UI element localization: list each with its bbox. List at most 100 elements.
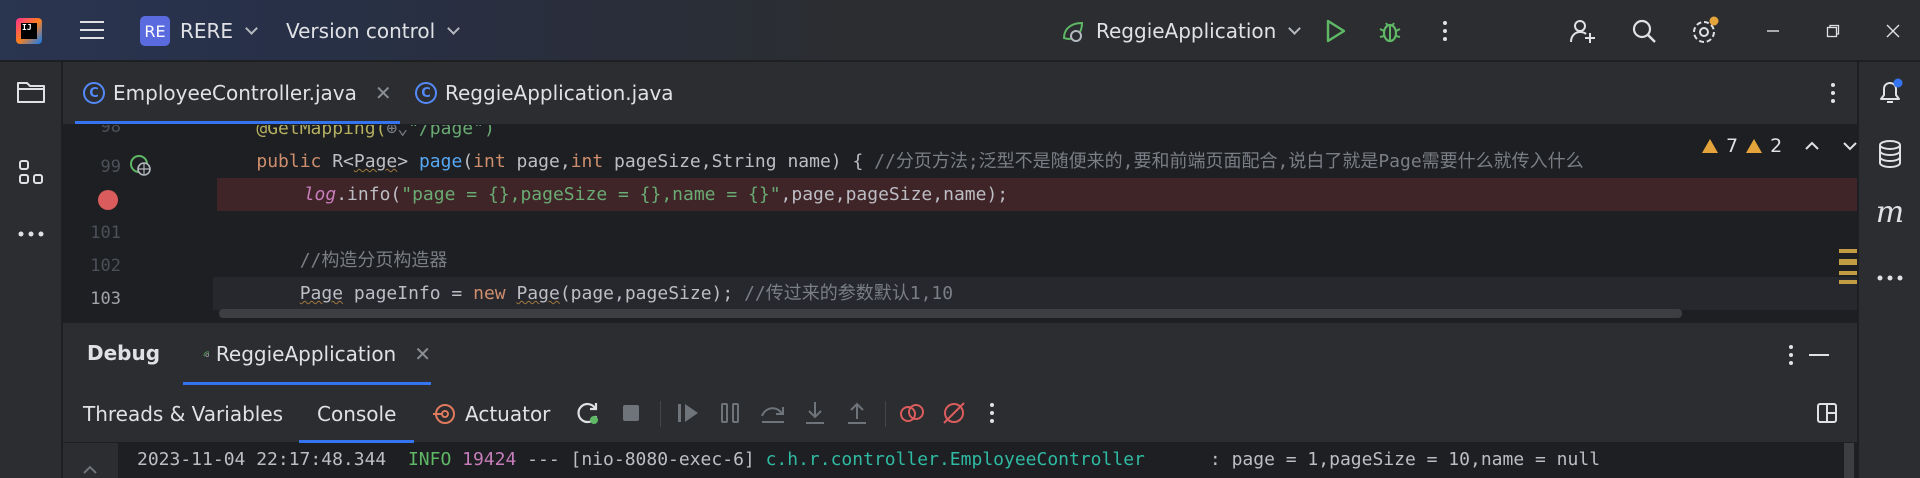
debug-toolbar: Threads & Variables Console Actuator [63, 385, 1857, 443]
project-selector[interactable]: RERE [180, 18, 258, 44]
database-icon[interactable] [1874, 138, 1906, 170]
tab-console[interactable]: Console [298, 385, 415, 443]
code-line-103: Page pageInfo = new Page(page,pageSize);… [213, 277, 1857, 310]
line-number: 103 [90, 289, 121, 309]
inspection-widget[interactable]: 7 2 [1696, 135, 1857, 157]
chevron-down-icon [1288, 22, 1302, 35]
request-mapping-gutter-icon[interactable] [129, 154, 153, 182]
tab-threads-variables[interactable]: Threads & Variables [83, 385, 283, 443]
line-number: 99 [100, 157, 121, 177]
debug-icon[interactable] [1375, 16, 1405, 46]
view-breakpoints-icon[interactable] [897, 398, 927, 428]
spring-boot-icon [203, 351, 210, 357]
code-line-102: //构造分页构造器 [299, 250, 448, 271]
breakpoint-icon[interactable] [98, 190, 118, 210]
pause-icon[interactable] [715, 398, 745, 428]
hide-panel-icon[interactable] [1804, 340, 1834, 370]
step-out-icon[interactable] [842, 398, 872, 428]
tab-label: EmployeeController.java [113, 81, 357, 105]
more-actions-icon[interactable] [1430, 16, 1460, 46]
main-menu-icon[interactable] [80, 18, 104, 42]
settings-gear-icon[interactable] [1690, 16, 1720, 46]
warning-marker[interactable] [1839, 280, 1857, 284]
horizontal-scrollbar[interactable] [219, 309, 1682, 318]
debug-tool-window-header: Debug ReggieApplication ✕ [63, 322, 1857, 385]
console-vertical-scrollbar[interactable] [1844, 443, 1854, 478]
chevron-down-icon [245, 22, 258, 35]
weak-warnings-count: 2 [1770, 135, 1783, 157]
warning-icon [1702, 139, 1718, 153]
line-number: 101 [90, 223, 121, 243]
intellij-logo-icon[interactable]: IJ [16, 18, 42, 44]
spring-boot-icon [1062, 21, 1084, 42]
layout-settings-icon[interactable] [1812, 398, 1842, 428]
search-icon[interactable] [1629, 16, 1659, 46]
version-control-label: Version control [286, 19, 436, 43]
spring-boot-class-icon: C [415, 82, 437, 104]
tab-reggie-application[interactable]: C ReggieApplication.java [415, 62, 674, 124]
toolbar-separator [885, 401, 886, 427]
minimize-window-button[interactable] [1758, 16, 1788, 46]
tab-label: ReggieApplication.java [445, 81, 674, 105]
right-tool-window-bar: m [1858, 62, 1920, 478]
resume-icon[interactable] [673, 398, 703, 428]
more-debug-actions-icon[interactable] [977, 398, 1007, 428]
warnings-count: 7 [1726, 135, 1739, 157]
debug-options-icon[interactable] [1776, 340, 1806, 370]
step-over-icon[interactable] [758, 398, 788, 428]
tab-employee-controller[interactable]: C EmployeeController.java ✕ [75, 62, 400, 124]
line-number: 102 [90, 256, 121, 276]
code-editor[interactable]: @GetMapping(⊕⌄"/page") public R<Page> pa… [63, 125, 1857, 322]
close-tab-icon[interactable]: ✕ [414, 342, 431, 366]
step-into-icon[interactable] [800, 398, 830, 428]
weak-warning-icon [1746, 139, 1763, 153]
error-stripe[interactable] [1839, 125, 1857, 322]
run-configuration-selector[interactable]: ReggieApplication [1060, 18, 1302, 44]
editor-tab-bar: C EmployeeController.java ✕ C ReggieAppl… [63, 62, 1857, 125]
add-user-icon[interactable] [1568, 16, 1598, 46]
left-tool-window-bar [0, 62, 62, 478]
code-line-99: public R<Page> page(int page,int pageSiz… [256, 151, 1584, 172]
more-tool-windows-icon[interactable] [15, 218, 47, 250]
project-folder-icon[interactable] [15, 76, 47, 108]
close-tab-icon[interactable]: ✕ [375, 81, 392, 105]
java-class-icon: C [83, 82, 105, 104]
warning-marker[interactable] [1839, 259, 1857, 265]
structure-icon[interactable] [15, 156, 47, 188]
actuator-icon [433, 404, 455, 424]
close-window-button[interactable] [1878, 16, 1908, 46]
title-bar: IJ RE RERE Version control ReggieApplica… [0, 0, 1920, 61]
toolbar-separator [660, 401, 661, 427]
run-icon[interactable] [1321, 16, 1351, 46]
run-config-name: ReggieApplication [1096, 19, 1277, 43]
scroll-up-icon[interactable] [82, 465, 98, 475]
debug-session-tab[interactable]: ReggieApplication ✕ [183, 323, 431, 385]
console-log-line: 2023-11-04 22:17:48.344 INFO 19424 --- [… [137, 449, 1601, 470]
code-line-98: @GetMapping(⊕⌄"/page") [256, 125, 495, 139]
editor-gutter[interactable]: 98 99 101 102 103 [63, 125, 213, 322]
debug-session-label: ReggieApplication [215, 342, 397, 366]
line-number: 98 [100, 125, 121, 137]
project-name: RERE [180, 19, 234, 43]
debug-title: Debug [87, 341, 161, 365]
maven-icon[interactable]: m [1874, 195, 1906, 230]
actuator-label: Actuator [465, 402, 551, 426]
stop-icon[interactable] [616, 398, 646, 428]
code-line-100-breakpoint: log.info("page = {},pageSize = {},name =… [217, 178, 1857, 211]
tab-actuator[interactable]: Actuator [433, 385, 550, 443]
previous-highlight-icon[interactable] [1804, 141, 1820, 151]
tab-options-icon[interactable] [1823, 62, 1843, 124]
version-control-menu[interactable]: Version control [286, 18, 461, 44]
console-gutter [63, 443, 118, 478]
console-output[interactable]: 2023-11-04 22:17:48.344 INFO 19424 --- [… [63, 443, 1857, 478]
chevron-down-icon [447, 22, 461, 35]
notifications-bell-icon[interactable] [1874, 76, 1906, 108]
more-tool-windows-icon[interactable] [1874, 262, 1906, 294]
restore-window-button[interactable] [1818, 16, 1848, 46]
mute-breakpoints-icon[interactable] [939, 398, 969, 428]
warning-marker[interactable] [1839, 249, 1857, 253]
project-badge[interactable]: RE [140, 16, 170, 46]
warning-marker[interactable] [1839, 271, 1857, 275]
rerun-icon[interactable] [573, 398, 603, 428]
